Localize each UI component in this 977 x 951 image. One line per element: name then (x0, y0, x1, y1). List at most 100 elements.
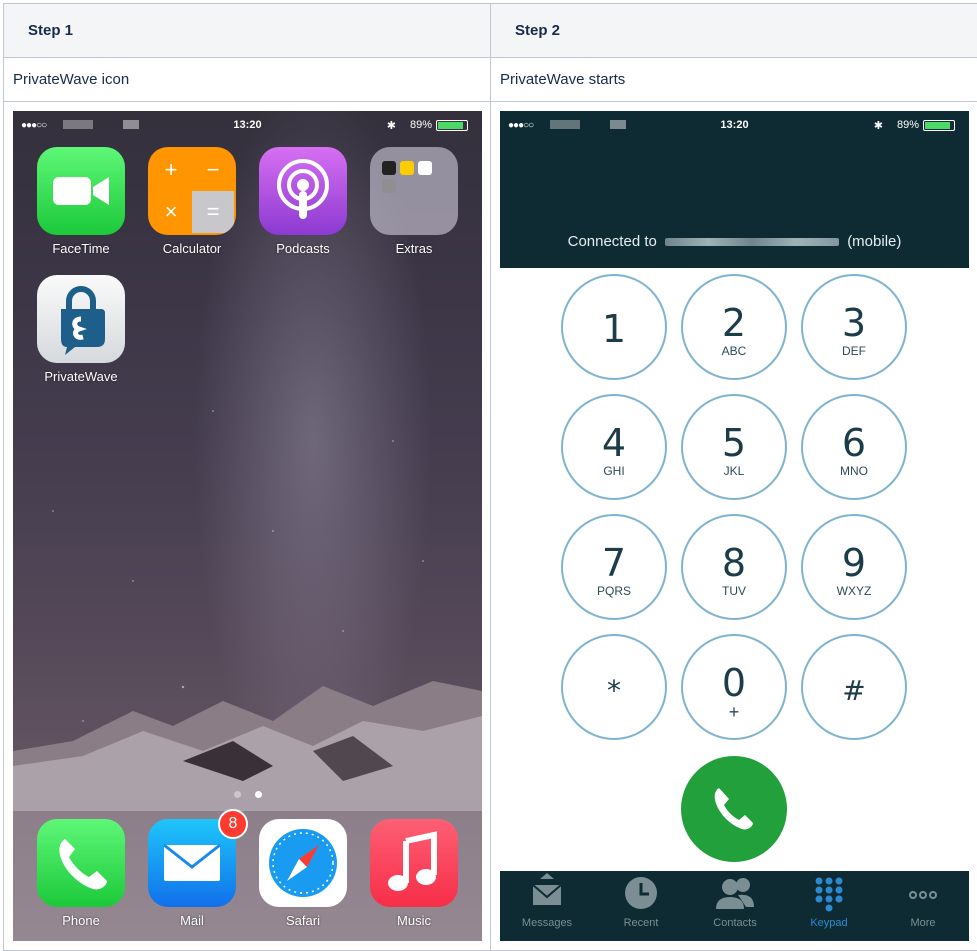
app-label: FaceTime (52, 241, 110, 256)
key-3[interactable]: 3 DEF (801, 274, 907, 380)
tab-contacts[interactable]: Contacts (688, 871, 782, 941)
key-digit: 3 (841, 301, 867, 345)
key-1[interactable]: 1 (561, 274, 667, 380)
clock-icon (625, 877, 657, 909)
tab-more[interactable]: More (876, 871, 969, 941)
key-8[interactable]: 8 TUV (681, 514, 787, 620)
tab-label: Keypad (810, 917, 848, 929)
key-digit: 5 (721, 421, 747, 465)
key-digit: 8 (721, 541, 747, 585)
app-label: Podcasts (276, 241, 330, 256)
bluetooth-icon: ✱ (873, 120, 883, 132)
status-bar: ●●●○○ 13:20 ✱ 89% (13, 111, 482, 141)
dock-app-music[interactable]: Music (370, 819, 458, 928)
key-digit: 7 (601, 541, 627, 585)
contacts-icon (716, 878, 754, 909)
folder-icon (370, 147, 458, 235)
key-5[interactable]: 5 JKL (681, 394, 787, 500)
app-facetime[interactable]: FaceTime (37, 147, 125, 256)
music-icon (370, 819, 458, 907)
key-star[interactable]: * (561, 634, 667, 740)
steps-table: Step 1 Step 2 PrivateWave icon PrivateWa… (3, 3, 977, 951)
connected-suffix: (mobile) (847, 233, 902, 250)
server-name-blurred (665, 238, 840, 247)
tab-label: Contacts (713, 917, 757, 929)
dock-app-mail[interactable]: 8 Mail (148, 809, 248, 928)
app-label: Extras (395, 241, 433, 256)
tab-label: Recent (623, 917, 659, 929)
connected-prefix: Connected to (567, 233, 657, 250)
key-digit: 2 (721, 301, 747, 345)
facetime-icon (37, 147, 125, 235)
step-2-screenshot-cell: ●●●○○ 13:20 ✱ 89% Connected to (mobile) (490, 101, 977, 951)
app-label: Phone (62, 913, 100, 928)
mail-badge: 8 (218, 809, 248, 839)
privatewave-icon (37, 275, 125, 363)
key-0[interactable]: 0 + (681, 634, 787, 740)
bluetooth-icon: ✱ (386, 120, 396, 132)
privatewave-dialer: ●●●○○ 13:20 ✱ 89% Connected to (mobile) (500, 111, 969, 941)
call-button[interactable] (681, 756, 787, 862)
key-letters: MNO (840, 464, 868, 478)
battery-percent: 89% (896, 119, 919, 131)
app-label: Safari (286, 913, 320, 928)
key-9[interactable]: 9 WXYZ (801, 514, 907, 620)
tab-bar: Messages Recent Contacts Keypad More (500, 871, 969, 941)
tab-label: More (910, 917, 936, 929)
battery-icon (436, 120, 468, 131)
more-dots-icon (909, 891, 937, 899)
key-6[interactable]: 6 MNO (801, 394, 907, 500)
key-digit: 9 (841, 541, 867, 585)
key-digit: 4 (601, 421, 627, 465)
step-2-caption: PrivateWave starts (490, 57, 977, 102)
envelope-icon (532, 873, 562, 905)
key-4[interactable]: 4 GHI (561, 394, 667, 500)
key-2[interactable]: 2 ABC (681, 274, 787, 380)
phone-handset-icon (714, 788, 753, 830)
key-letters: DEF (842, 344, 866, 358)
app-calculator[interactable]: + − × = Calculator (148, 147, 236, 256)
dialer-header: ●●●○○ 13:20 ✱ 89% Connected to (mobile) (500, 111, 969, 268)
key-digit: 0 (721, 661, 747, 705)
page-dot-active (254, 791, 262, 798)
folder-extras[interactable]: Extras (370, 147, 458, 256)
tab-keypad[interactable]: Keypad (782, 871, 876, 941)
step-1-caption: PrivateWave icon (3, 57, 491, 102)
status-bar: ●●●○○ 13:20 ✱ 89% (500, 111, 969, 141)
key-7[interactable]: 7 PQRS (561, 514, 667, 620)
key-digit: 1 (601, 307, 627, 351)
key-letters: TUV (722, 584, 746, 598)
battery-icon (923, 120, 955, 131)
app-label: Calculator (162, 241, 222, 256)
home-screen: ●●●○○ 13:20 ✱ 89% FaceTime + − × = Calcu… (13, 111, 482, 941)
key-digit: 6 (841, 421, 867, 465)
key-hash[interactable]: # (801, 634, 907, 740)
app-label: Mail (180, 913, 204, 928)
dock-app-phone[interactable]: Phone (37, 819, 125, 928)
key-digit: * (607, 674, 621, 707)
app-podcasts[interactable]: Podcasts (259, 147, 347, 256)
key-digit: # (842, 674, 866, 707)
calculator-icon: + − × = (148, 147, 236, 235)
tab-recent[interactable]: Recent (594, 871, 688, 941)
key-letters: + (728, 702, 740, 722)
tab-label: Messages (521, 917, 573, 929)
battery-percent: 89% (409, 119, 432, 131)
step-2-header: Step 2 (490, 3, 977, 58)
key-letters: JKL (723, 464, 745, 478)
dock-app-safari[interactable]: Safari (259, 819, 347, 928)
tab-messages[interactable]: Messages (500, 871, 594, 941)
key-letters: ABC (721, 344, 747, 358)
page-dot (233, 791, 241, 798)
keypad-grid-icon (815, 877, 843, 912)
connection-status: Connected to (mobile) (500, 233, 969, 250)
key-letters: GHI (603, 464, 625, 478)
app-privatewave[interactable]: PrivateWave (37, 275, 125, 384)
app-label: PrivateWave (44, 369, 118, 384)
app-label: Music (397, 913, 431, 928)
step-1-header: Step 1 (3, 3, 491, 58)
phone-icon (37, 819, 125, 907)
podcasts-icon (259, 147, 347, 235)
key-letters: PQRS (596, 584, 631, 598)
safari-icon (259, 819, 347, 907)
